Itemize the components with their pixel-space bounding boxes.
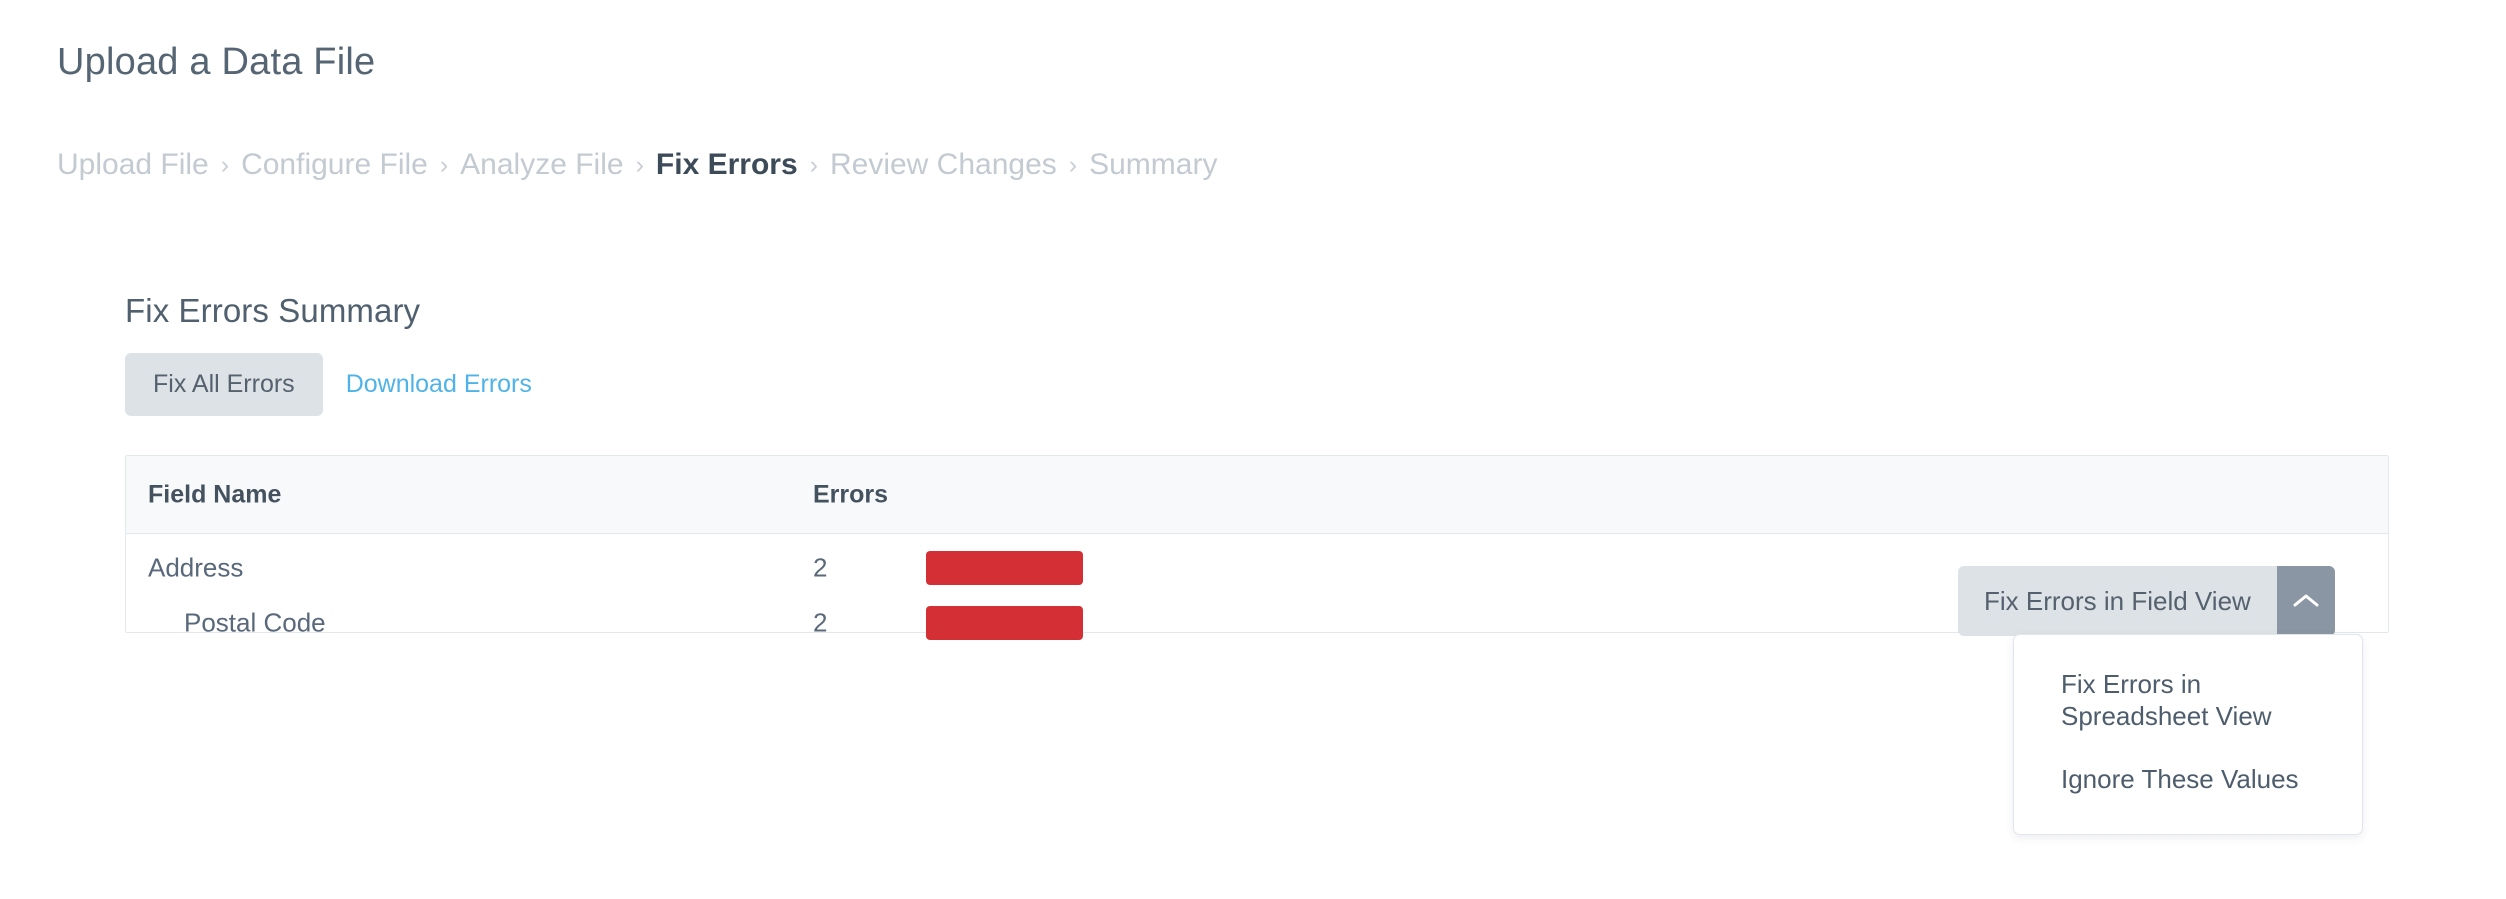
chevron-up-icon xyxy=(2292,592,2320,610)
section-title: Fix Errors Summary xyxy=(125,292,421,330)
table-header-row: Field Name Errors xyxy=(126,456,2388,534)
download-errors-link[interactable]: Download Errors xyxy=(346,370,532,399)
breadcrumb-item-review-changes[interactable]: Review Changes xyxy=(830,148,1057,182)
breadcrumb-item-analyze-file[interactable]: Analyze File xyxy=(460,148,623,182)
fix-errors-dropdown-toggle-button[interactable] xyxy=(2276,566,2335,636)
table-column-header-field-name: Field Name xyxy=(148,480,282,508)
breadcrumb-item-configure-file[interactable]: Configure File xyxy=(241,148,428,182)
breadcrumb: Upload File › Configure File › Analyze F… xyxy=(57,148,1217,182)
table-cell-error-count: 2 xyxy=(813,607,828,637)
breadcrumb-item-summary[interactable]: Summary xyxy=(1089,148,1217,182)
fix-errors-in-field-view-button[interactable]: Fix Errors in Field View xyxy=(1958,566,2277,636)
table-cell-error-count: 2 xyxy=(813,552,828,582)
breadcrumb-separator-icon: › xyxy=(220,151,230,179)
breadcrumb-separator-icon: › xyxy=(1068,151,1078,179)
action-row: Fix All Errors Download Errors xyxy=(125,353,532,416)
breadcrumb-item-upload-file[interactable]: Upload File xyxy=(57,148,209,182)
table-cell-field-name: Address xyxy=(148,552,244,582)
breadcrumb-separator-icon: › xyxy=(439,151,449,179)
error-bar-address xyxy=(926,550,1083,585)
table-cell-field-name: Postal Code xyxy=(184,607,326,637)
menu-item-ignore-these-values[interactable]: Ignore These Values xyxy=(2014,764,2362,796)
menu-item-fix-errors-in-spreadsheet-view[interactable]: Fix Errors in Spreadsheet View xyxy=(2014,669,2362,732)
breadcrumb-separator-icon: › xyxy=(635,151,644,179)
fix-errors-split-button: Fix Errors in Field View xyxy=(1958,566,2335,636)
error-bar-postal-code xyxy=(926,605,1083,640)
fix-all-errors-button[interactable]: Fix All Errors xyxy=(125,353,323,416)
breadcrumb-item-fix-errors[interactable]: Fix Errors xyxy=(656,148,798,182)
table-column-header-errors: Errors xyxy=(813,480,889,508)
breadcrumb-separator-icon: › xyxy=(809,151,818,179)
fix-errors-dropdown-menu: Fix Errors in Spreadsheet View Ignore Th… xyxy=(2013,634,2363,836)
page-title: Upload a Data File xyxy=(57,41,376,84)
